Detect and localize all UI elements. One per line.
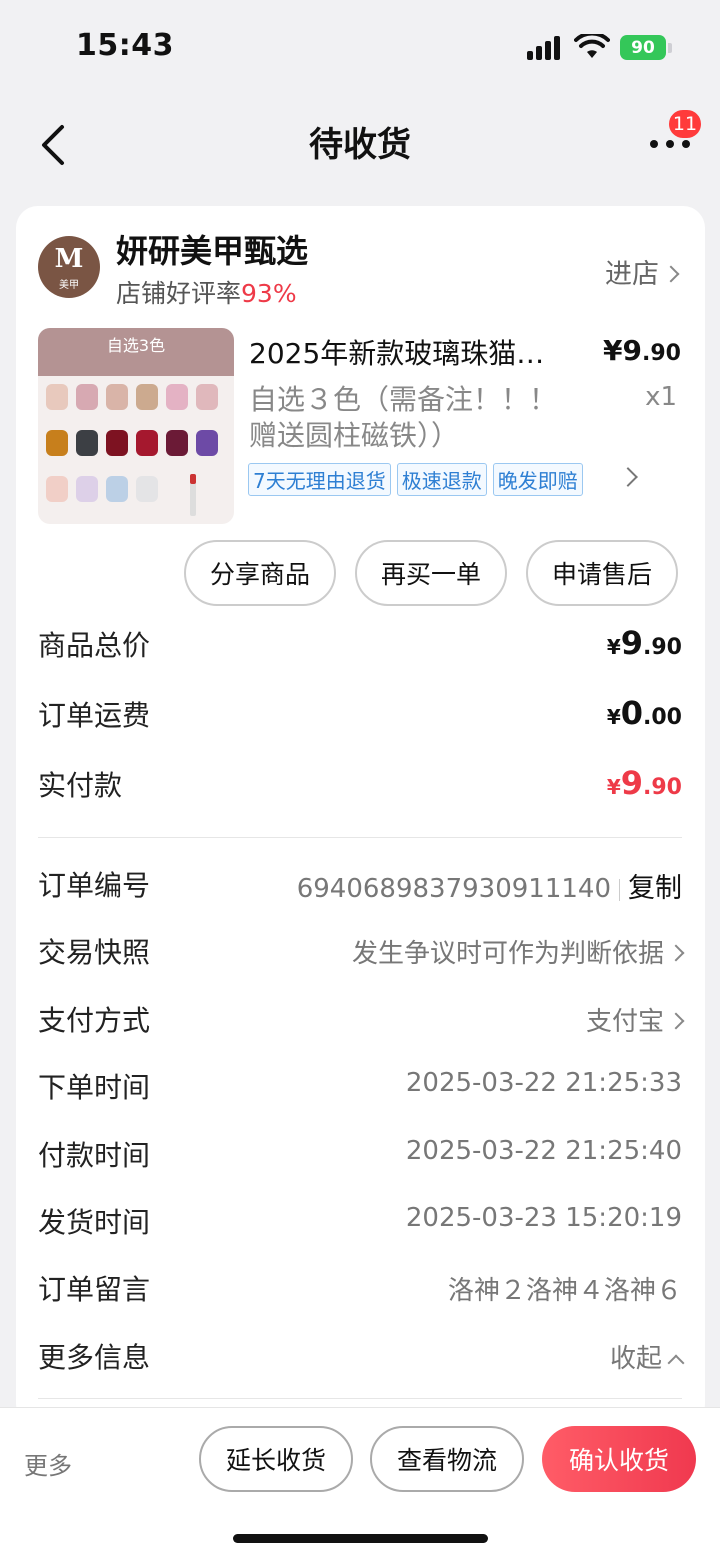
copy-button[interactable]: 复制 bbox=[628, 873, 682, 904]
amount-dec: .90 bbox=[643, 635, 682, 660]
tag-refund: 极速退款 bbox=[396, 463, 487, 496]
order-time-row: 下单时间 2025-03-22 21:25:33 bbox=[38, 1066, 682, 1106]
amount-int: 0 bbox=[620, 694, 644, 732]
amount-int: 9 bbox=[620, 764, 644, 802]
divider bbox=[38, 1398, 682, 1399]
product-price: ¥9.90 bbox=[603, 334, 681, 367]
snapshot-label: 交易快照 bbox=[38, 936, 151, 969]
chevron-right-icon[interactable] bbox=[618, 467, 638, 487]
battery-level: 90 bbox=[631, 37, 655, 58]
after-sale-button[interactable]: 申请售后 bbox=[526, 540, 678, 606]
magnet-icon bbox=[190, 474, 196, 516]
avatar-sub: 美甲 bbox=[59, 280, 79, 291]
service-tags[interactable]: 7天无理由退货 极速退款 晚发即赔 bbox=[248, 463, 583, 496]
payment-method-label: 支付方式 bbox=[38, 1004, 151, 1037]
nav-bar: 待收货 bbox=[0, 95, 720, 190]
order-number-value: 6940689837930911140 复制 bbox=[297, 866, 682, 905]
total-goods-row: 商品总价 ¥9.90 bbox=[38, 624, 682, 664]
pay-time-label: 付款时间 bbox=[38, 1139, 151, 1172]
order-note-label: 订单留言 bbox=[38, 1273, 151, 1306]
tag-return: 7天无理由退货 bbox=[248, 463, 391, 496]
order-number-label: 订单编号 bbox=[38, 869, 151, 902]
status-bar: 15:43 90 bbox=[0, 0, 720, 95]
shop-name[interactable]: 妍研美甲甄选 bbox=[116, 226, 308, 272]
product-thumbnail[interactable]: 自选3色 bbox=[38, 328, 234, 524]
ship-time-label: 发货时间 bbox=[38, 1206, 151, 1239]
wifi-icon bbox=[574, 34, 610, 58]
collapse-label: 收起 bbox=[609, 1344, 662, 1374]
snapshot-text: 发生争议时可作为判断依据 bbox=[351, 939, 664, 969]
view-logistics-button[interactable]: 查看物流 bbox=[370, 1426, 524, 1492]
shipping-fee-row: 订单运费 ¥0.00 bbox=[38, 694, 682, 734]
rating-label: 店铺好评率 bbox=[116, 279, 242, 308]
extend-receipt-button[interactable]: 延长收货 bbox=[199, 1426, 353, 1492]
shop-rating: 店铺好评率93% bbox=[116, 274, 297, 310]
order-note-value: 洛神２洛神４洛神６ bbox=[447, 1276, 682, 1306]
home-indicator bbox=[233, 1534, 488, 1543]
amount-int: 9 bbox=[620, 624, 644, 662]
pay-time-value: 2025-03-22 21:25:40 bbox=[405, 1136, 682, 1166]
separator bbox=[619, 878, 620, 901]
rebuy-button[interactable]: 再买一单 bbox=[355, 540, 507, 606]
chevron-right-icon bbox=[662, 265, 680, 282]
battery-cap bbox=[668, 43, 672, 53]
confirm-receipt-button[interactable]: 确认收货 bbox=[542, 1426, 696, 1492]
product-title[interactable]: 2025年新款玻璃珠猫… bbox=[249, 332, 579, 372]
tag-late-ship: 晚发即赔 bbox=[492, 463, 583, 496]
paid-amount-row: 实付款 ¥9.90 bbox=[38, 764, 682, 804]
rating-value: 93% bbox=[241, 279, 297, 308]
order-number-row: 订单编号 6940689837930911140 复制 bbox=[38, 864, 682, 904]
enter-shop-button[interactable]: 进店 bbox=[605, 252, 680, 291]
shipping-fee-amount: ¥0.00 bbox=[607, 694, 682, 732]
shop-avatar[interactable]: M 美甲 bbox=[38, 236, 100, 298]
amount-dec: .00 bbox=[643, 705, 682, 730]
order-number: 6940689837930911140 bbox=[296, 874, 611, 904]
cellular-signal-icon bbox=[527, 36, 563, 60]
product-price-dec: .90 bbox=[642, 341, 681, 366]
bottom-action-bar: 更多 延长收货 查看物流 确认收货 bbox=[0, 1407, 720, 1559]
order-note-row: 订单留言 洛神２洛神４洛神６ bbox=[38, 1268, 682, 1308]
notification-badge: 11 bbox=[667, 108, 703, 140]
page-title: 待收货 bbox=[309, 125, 411, 165]
order-time-label: 下单时间 bbox=[38, 1071, 151, 1104]
more-button[interactable]: 更多 bbox=[24, 1446, 72, 1481]
chevron-up-icon bbox=[667, 1354, 685, 1372]
payment-method-value: 支付宝 bbox=[585, 1001, 685, 1038]
pay-time-row: 付款时间 2025-03-22 21:25:40 bbox=[38, 1134, 682, 1174]
divider bbox=[38, 837, 682, 838]
order-card: M 美甲 妍研美甲甄选 店铺好评率93% 进店 自选3色 2025年新款玻璃珠猫… bbox=[16, 206, 705, 1426]
currency-symbol: ¥ bbox=[606, 635, 621, 659]
ship-time-row: 发货时间 2025-03-23 15:20:19 bbox=[38, 1201, 682, 1241]
chevron-right-icon bbox=[667, 944, 685, 961]
order-time-value: 2025-03-22 21:25:33 bbox=[405, 1068, 682, 1098]
total-goods-label: 商品总价 bbox=[38, 629, 151, 662]
currency-symbol: ¥ bbox=[606, 775, 621, 799]
collapse-button[interactable]: 收起 bbox=[609, 1338, 685, 1375]
ship-time-value: 2025-03-23 15:20:19 bbox=[405, 1203, 682, 1233]
share-product-button[interactable]: 分享商品 bbox=[184, 540, 336, 606]
payment-method-row[interactable]: 支付方式 支付宝 bbox=[38, 999, 685, 1039]
snapshot-row[interactable]: 交易快照 发生争议时可作为判断依据 bbox=[38, 931, 685, 971]
product-quantity: x1 bbox=[645, 382, 677, 412]
shipping-fee-label: 订单运费 bbox=[38, 699, 151, 732]
status-time: 15:43 bbox=[76, 28, 174, 63]
avatar-letter: M bbox=[54, 244, 84, 274]
payment-method-text: 支付宝 bbox=[585, 1007, 664, 1037]
currency-symbol: ¥ bbox=[606, 705, 621, 729]
enter-shop-label: 进店 bbox=[605, 259, 659, 290]
amount-dec: .90 bbox=[643, 775, 682, 800]
total-goods-amount: ¥9.90 bbox=[607, 624, 682, 662]
battery-icon: 90 bbox=[620, 35, 666, 60]
paid-amount: ¥9.90 bbox=[607, 764, 682, 802]
more-info-row[interactable]: 更多信息 收起 bbox=[38, 1336, 685, 1376]
paid-amount-label: 实付款 bbox=[38, 769, 123, 802]
more-info-label: 更多信息 bbox=[38, 1341, 151, 1374]
thumb-title: 自选3色 bbox=[106, 336, 166, 355]
snapshot-value: 发生争议时可作为判断依据 bbox=[351, 933, 685, 970]
chevron-right-icon bbox=[667, 1012, 685, 1029]
thumb-header: 自选3色 bbox=[38, 328, 234, 376]
product-price-int: ¥9 bbox=[603, 334, 643, 367]
product-spec: 自选３色（需备注！！！ 赠送圆柱磁铁）） bbox=[249, 383, 558, 452]
